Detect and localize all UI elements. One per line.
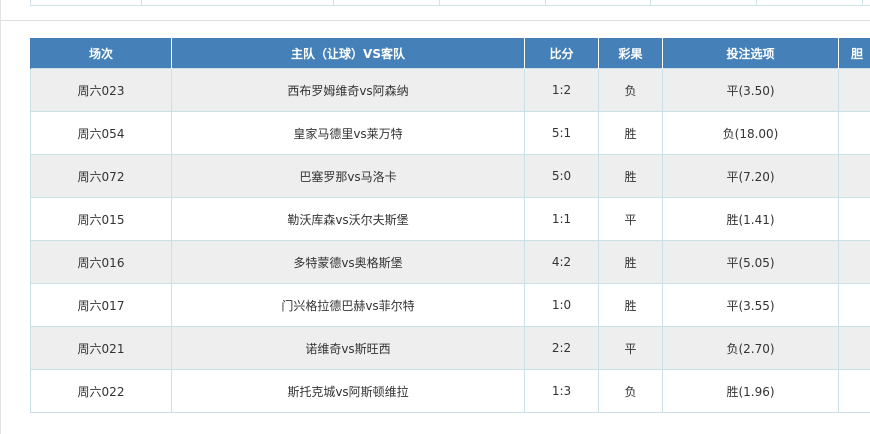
cell-match-no: 周六021 [30,326,172,370]
header-bet-option: 投注选项 [662,38,839,69]
page: 场次 主队（让球）VS客队 比分 彩果 投注选项 胆 周六023 西布罗姆维奇v… [0,0,870,434]
cell-match-no: 周六022 [30,369,172,413]
cell-extra [838,283,870,327]
cell-bet-option: 负(2.70) [662,326,839,370]
cell-result: 平 [598,326,663,370]
table-row: 周六017 门兴格拉德巴赫vs菲尔特 1:0 胜 平(3.55) [30,283,870,327]
previous-table-remnant [30,0,870,6]
left-border [0,0,1,434]
cell-score: 4:2 [524,240,599,284]
section-divider [1,20,870,21]
cell-match-no: 周六072 [30,154,172,198]
cell-extra [838,154,870,198]
cell-teams: 诺维奇vs斯旺西 [171,326,525,370]
cell-teams: 门兴格拉德巴赫vs菲尔特 [171,283,525,327]
cell-result: 负 [598,68,663,112]
cell-bet-option: 胜(1.96) [662,369,839,413]
bet-results-table: 场次 主队（让球）VS客队 比分 彩果 投注选项 胆 周六023 西布罗姆维奇v… [30,38,870,413]
cell-extra [838,240,870,284]
cell-extra [838,68,870,112]
cell-match-no: 周六054 [30,111,172,155]
cell-result: 胜 [598,240,663,284]
header-match-no: 场次 [30,38,172,69]
table-row: 周六016 多特蒙德vs奥格斯堡 4:2 胜 平(5.05) [30,240,870,284]
cell-extra [838,111,870,155]
cell-extra [838,326,870,370]
cell-extra [838,197,870,241]
cell-teams: 西布罗姆维奇vs阿森纳 [171,68,525,112]
table-header-row: 场次 主队（让球）VS客队 比分 彩果 投注选项 胆 [30,38,870,69]
cell-teams: 巴塞罗那vs马洛卡 [171,154,525,198]
cell-score: 1:0 [524,283,599,327]
cell-teams: 皇家马德里vs莱万特 [171,111,525,155]
cell-bet-option: 负(18.00) [662,111,839,155]
table-row: 周六015 勒沃库森vs沃尔夫斯堡 1:1 平 胜(1.41) [30,197,870,241]
cell-result: 平 [598,197,663,241]
cell-bet-option: 平(3.55) [662,283,839,327]
cell-match-no: 周六015 [30,197,172,241]
cell-score: 1:2 [524,68,599,112]
cell-score: 5:0 [524,154,599,198]
cell-match-no: 周六016 [30,240,172,284]
cell-result: 胜 [598,154,663,198]
cell-teams: 勒沃库森vs沃尔夫斯堡 [171,197,525,241]
cell-result: 胜 [598,283,663,327]
table-row: 周六054 皇家马德里vs莱万特 5:1 胜 负(18.00) [30,111,870,155]
table-row: 周六021 诺维奇vs斯旺西 2:2 平 负(2.70) [30,326,870,370]
cell-bet-option: 平(5.05) [662,240,839,284]
header-extra: 胆 [838,38,870,69]
header-score: 比分 [524,38,599,69]
cell-result: 负 [598,369,663,413]
header-result: 彩果 [598,38,663,69]
cell-bet-option: 平(7.20) [662,154,839,198]
cell-score: 1:3 [524,369,599,413]
cell-score: 1:1 [524,197,599,241]
header-teams: 主队（让球）VS客队 [171,38,525,69]
cell-result: 胜 [598,111,663,155]
cell-score: 2:2 [524,326,599,370]
cell-teams: 多特蒙德vs奥格斯堡 [171,240,525,284]
cell-match-no: 周六017 [30,283,172,327]
cell-bet-option: 平(3.50) [662,68,839,112]
cell-score: 5:1 [524,111,599,155]
table-row: 周六023 西布罗姆维奇vs阿森纳 1:2 负 平(3.50) [30,68,870,112]
cell-teams: 斯托克城vs阿斯顿维拉 [171,369,525,413]
table-row: 周六072 巴塞罗那vs马洛卡 5:0 胜 平(7.20) [30,154,870,198]
table-row: 周六022 斯托克城vs阿斯顿维拉 1:3 负 胜(1.96) [30,369,870,413]
cell-extra [838,369,870,413]
cell-bet-option: 胜(1.41) [662,197,839,241]
cell-match-no: 周六023 [30,68,172,112]
